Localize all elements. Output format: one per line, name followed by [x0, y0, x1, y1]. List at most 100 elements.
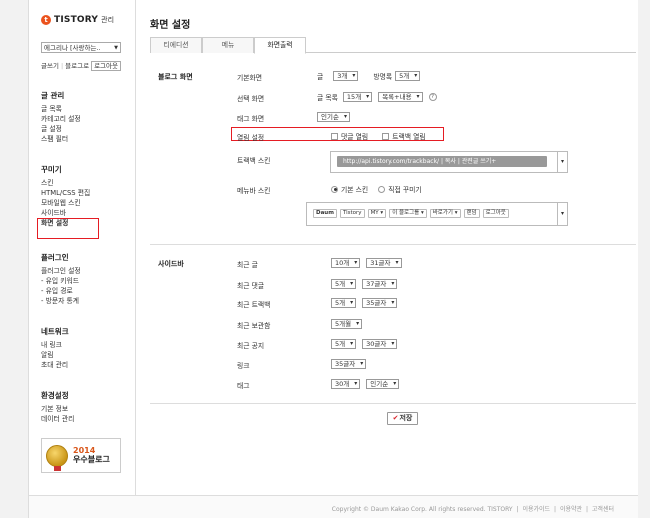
award-year: 2014	[73, 446, 96, 455]
menubar-skin-options: 기본 스킨 직접 꾸미기	[331, 184, 422, 194]
sidebar-item-invitations[interactable]: 초대 관리	[41, 360, 131, 370]
footer-link-guide[interactable]: 이용가이드	[522, 506, 550, 513]
sidebar-item-inflow-path[interactable]: - 유입 경로	[41, 286, 131, 296]
row-label-fold-settings: 열림 설정	[237, 134, 265, 142]
copyright-text: Copyright © Daum Kakao Corp. All rights …	[331, 506, 513, 513]
tistory-logo[interactable]: t TISTORY 관리	[41, 15, 114, 25]
comment-fold-label: 댓글 열림	[341, 133, 369, 141]
sidebar-item-inflow-keywords[interactable]: - 유입 키워드	[41, 276, 131, 286]
row-label-select-screen: 선택 화면	[237, 95, 265, 103]
menu-group-title: 환경설정	[41, 391, 69, 400]
sidebar-item-category-settings[interactable]: 카테고리 설정	[41, 114, 131, 124]
menubar-item: 이 블로그를 ▾	[389, 209, 427, 218]
custom-skin-label: 직접 꾸미기	[388, 186, 422, 194]
menubar-item: Tistory	[339, 209, 365, 218]
sidebar-item-spam-filter[interactable]: 스팸 필터	[41, 134, 131, 144]
tab-menu[interactable]: 메뉴	[202, 37, 254, 53]
recent-trackbacks-count-select[interactable]: 5개	[331, 298, 357, 308]
recent-posts-count-select[interactable]: 10개	[331, 258, 361, 268]
trackback-fold-checkbox[interactable]	[382, 132, 390, 140]
recent-trackbacks-chars-select[interactable]: 35글자	[362, 298, 398, 308]
brand-suffix: 관리	[101, 16, 115, 24]
sidebar-item-data-management[interactable]: 데이터 관리	[41, 414, 131, 424]
row-label-tag-screen: 태그 화면	[237, 115, 265, 123]
default-screen-count-select[interactable]: 3개	[333, 71, 359, 81]
brand-name: TISTORY	[54, 15, 99, 25]
sidebar-item-my-links[interactable]: 내 링크	[41, 340, 131, 350]
recent-notices-chars-select[interactable]: 30글자	[362, 339, 398, 349]
tab-screen-output[interactable]: 화면출력	[254, 37, 306, 54]
section-divider	[150, 403, 636, 404]
links-chars-select[interactable]: 35글자	[331, 359, 367, 369]
tags-count-select[interactable]: 30개	[331, 379, 361, 389]
quick-links: 글쓰기 | 블로그로 로그아웃	[41, 60, 123, 71]
select-screen-count-select[interactable]: 15개	[342, 92, 373, 102]
tab-t-edition[interactable]: 티에디션	[150, 37, 202, 53]
trackback-fold-label: 트랙백 열림	[392, 133, 426, 141]
recent-comments-count-select[interactable]: 5개	[331, 279, 357, 289]
guestbook-count-select[interactable]: 5개	[395, 71, 421, 81]
sidebar-item-mobile-skin[interactable]: 모바일웹 스킨	[41, 198, 131, 208]
save-button[interactable]: ✔저장	[387, 412, 418, 425]
menu-group-preferences: 환경설정 기본 정보 데이터 관리	[41, 390, 131, 424]
section-divider	[150, 244, 636, 245]
sidebar-item-html-css[interactable]: HTML/CSS 편집	[41, 188, 131, 198]
trackback-skin-select[interactable]: http://api.tistory.com/trackback/ | 복사 |…	[330, 151, 568, 173]
custom-skin-radio[interactable]	[378, 185, 386, 193]
logout-link[interactable]: 로그아웃	[91, 61, 121, 71]
footer: Copyright © Daum Kakao Corp. All rights …	[29, 495, 638, 518]
menubar-item: Daum	[313, 209, 337, 218]
menubar-skin-select[interactable]: Daum Tistory MY ▾ 이 블로그를 ▾ 바로가기 ▾ 랜덤 로그아…	[306, 202, 568, 226]
row-label-default-screen: 기본화면	[237, 74, 263, 82]
default-screen-prefix: 글	[317, 73, 324, 81]
blog-selector-value: 에그리나 [사랑하는..	[44, 44, 101, 52]
footer-link-terms[interactable]: 이용약관	[560, 506, 582, 513]
footer-link-support[interactable]: 고객센터	[592, 506, 614, 513]
sidebar-item-basic-info[interactable]: 기본 정보	[41, 404, 131, 414]
row-label-recent-notices: 최근 공지	[237, 342, 265, 350]
sidebar-item-sidebar[interactable]: 사이드바	[41, 208, 131, 218]
main-content: 화면 설정 티에디션 메뉴 화면출력 블로그 화면 기본화면 글 3개 방명록 …	[136, 0, 638, 495]
help-icon[interactable]: ?	[428, 93, 437, 101]
save-button-label: 저장	[399, 414, 413, 422]
admin-frame: t TISTORY 관리 에그리나 [사랑하는.. ▼ 글쓰기 | 블로그로 로그아웃…	[28, 0, 638, 518]
menu-group-network: 네트워크 내 링크 알림 초대 관리	[41, 326, 131, 370]
sidebar-item-visitor-stats[interactable]: - 방문자 통계	[41, 296, 131, 306]
recent-posts-controls: 10개 31글자	[328, 258, 405, 268]
default-skin-radio[interactable]	[331, 185, 338, 193]
award-text: 우수블로그	[73, 455, 110, 464]
recent-comments-chars-select[interactable]: 37글자	[362, 279, 398, 289]
select-screen-mode-select[interactable]: 목록+내용	[378, 92, 423, 102]
menu-group-title: 네트워크	[41, 327, 69, 336]
row-label-recent-comments: 최근 댓글	[237, 282, 265, 290]
menubar-item: MY ▾	[367, 209, 387, 218]
page-scroll-gutter	[638, 0, 650, 518]
menu-group-title: 플러그인	[41, 253, 69, 262]
sidebar-item-notifications[interactable]: 알림	[41, 350, 131, 360]
tags-controls: 30개 인기순	[328, 379, 402, 389]
row-label-recent-archive: 최근 보관함	[237, 322, 271, 330]
chevron-down-icon: ▾	[557, 203, 567, 225]
select-screen-controls: 글 목록 15개 목록+내용 ?	[317, 92, 437, 102]
menubar-preview: Daum Tistory MY ▾ 이 블로그를 ▾ 바로가기 ▾ 랜덤 로그아…	[313, 209, 509, 218]
chevron-down-icon: ▾	[557, 152, 567, 172]
fold-settings-controls: 댓글 열림 트랙백 열림	[331, 131, 426, 141]
sidebar-item-skin[interactable]: 스킨	[41, 178, 131, 188]
sidebar-item-post-settings[interactable]: 글 설정	[41, 124, 131, 134]
sidebar-item-plugin-settings[interactable]: 플러그인 설정	[41, 266, 131, 276]
best-blog-award-badge[interactable]: 2014 우수블로그	[41, 438, 121, 473]
write-link[interactable]: 글쓰기	[41, 62, 59, 70]
menu-group-plugins: 플러그인 플러그인 설정 - 유입 키워드 - 유입 경로 - 방문자 통계	[41, 252, 131, 306]
section-label-sidebar: 사이드바	[158, 260, 184, 268]
tags-sort-select[interactable]: 인기순	[366, 379, 400, 389]
blog-selector[interactable]: 에그리나 [사랑하는.. ▼	[41, 42, 121, 53]
go-to-blog-link[interactable]: 블로그로	[65, 62, 89, 70]
tag-screen-sort-select[interactable]: 인기순	[317, 112, 350, 122]
recent-posts-chars-select[interactable]: 31글자	[366, 258, 402, 268]
section-label-blog-screen: 블로그 화면	[158, 73, 193, 81]
recent-notices-count-select[interactable]: 5개	[331, 339, 357, 349]
sidebar-item-post-list[interactable]: 글 목록	[41, 104, 131, 114]
row-label-recent-posts: 최근 글	[237, 261, 258, 269]
recent-archive-count-select[interactable]: 5개월	[331, 319, 363, 329]
comment-fold-checkbox[interactable]	[331, 132, 338, 140]
